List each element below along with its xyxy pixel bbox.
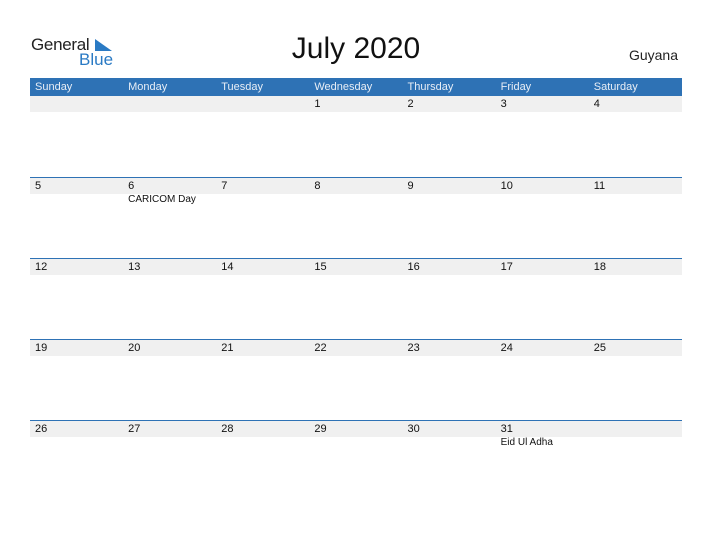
day-cell: 7	[216, 178, 309, 206]
day-number: 12	[35, 261, 48, 273]
day-number: 11	[593, 180, 606, 192]
day-cell: 29	[309, 421, 402, 449]
page-title: July 2020	[291, 32, 421, 65]
week-cells: 26 27 28 29 30 31 Eid Ul Adha	[30, 421, 682, 449]
day-cell	[30, 96, 123, 112]
day-number: 22	[314, 342, 327, 354]
week-row: 5 6 CARICOM Day 7 8 9 10 11	[30, 177, 682, 258]
week-row: 12 13 14 15 16 17 18	[30, 258, 682, 339]
day-number: 1	[314, 98, 321, 110]
day-number: 3	[500, 98, 507, 110]
week-cells: 12 13 14 15 16 17 18	[30, 259, 682, 275]
day-cell: 23	[403, 340, 496, 356]
week-cells: 5 6 CARICOM Day 7 8 9 10 11	[30, 178, 682, 206]
day-number: 17	[500, 261, 513, 273]
day-cell: 10	[496, 178, 589, 206]
day-cell: 14	[216, 259, 309, 275]
day-cell	[123, 96, 216, 112]
week-row: 1 2 3 4	[30, 96, 682, 177]
day-number: 8	[314, 180, 321, 192]
day-number: 25	[593, 342, 606, 354]
day-cell: 8	[309, 178, 402, 206]
weekday-wednesday: Wednesday	[314, 81, 373, 93]
day-number: 28	[221, 423, 234, 435]
day-number	[35, 96, 123, 112]
holiday-label: CARICOM Day	[128, 194, 196, 205]
day-number: 2	[407, 98, 414, 110]
week-cells: 1 2 3 4	[30, 96, 682, 112]
day-cell	[589, 421, 682, 449]
day-cell: 20	[123, 340, 216, 356]
day-cell: 2	[403, 96, 496, 112]
day-cell: 1	[309, 96, 402, 112]
day-number: 7	[221, 180, 228, 192]
day-cell: 24	[496, 340, 589, 356]
weekday-saturday: Saturday	[593, 81, 638, 93]
day-cell: 11	[589, 178, 682, 206]
day-number	[594, 421, 682, 437]
day-number: 5	[35, 180, 42, 192]
day-number: 24	[500, 342, 513, 354]
weekday-tuesday: Tuesday	[221, 81, 264, 93]
day-number: 16	[407, 261, 420, 273]
day-number: 9	[407, 180, 414, 192]
day-number: 20	[128, 342, 141, 354]
day-cell: 4	[589, 96, 682, 112]
day-cell: 21	[216, 340, 309, 356]
day-cell: 27	[123, 421, 216, 449]
day-number: 13	[128, 261, 141, 273]
day-cell: 16	[403, 259, 496, 275]
day-cell: 9	[403, 178, 496, 206]
day-cell: 6 CARICOM Day	[123, 178, 216, 206]
day-cell: 26	[30, 421, 123, 449]
day-number: 18	[593, 261, 606, 273]
day-cell	[216, 96, 309, 112]
day-number: 21	[221, 342, 234, 354]
day-cell: 18	[589, 259, 682, 275]
day-number: 31	[500, 423, 513, 435]
day-cell: 30	[403, 421, 496, 449]
day-number: 27	[128, 423, 141, 435]
day-cell: 12	[30, 259, 123, 275]
day-number	[221, 96, 309, 112]
holiday-label: Eid Ul Adha	[500, 437, 553, 448]
day-number: 14	[221, 261, 234, 273]
day-number: 15	[314, 261, 327, 273]
day-number: 29	[314, 423, 327, 435]
day-number: 10	[500, 180, 513, 192]
day-number: 26	[35, 423, 48, 435]
weekday-sunday: Sunday	[35, 81, 73, 93]
day-cell: 25	[589, 340, 682, 356]
day-number: 19	[35, 342, 48, 354]
day-cell: 17	[496, 259, 589, 275]
day-number: 4	[593, 98, 600, 110]
day-cell: 15	[309, 259, 402, 275]
day-number: 30	[407, 423, 420, 435]
day-cell: 13	[123, 259, 216, 275]
day-cell: 19	[30, 340, 123, 356]
day-cell: 28	[216, 421, 309, 449]
day-number: 23	[407, 342, 420, 354]
day-cell: 22	[309, 340, 402, 356]
country-label: Guyana	[628, 47, 678, 63]
weeks-container: 1 2 3 4 5 6 CARICOM Day 7 8 9 10 11 12 13 14 15 16 17 18 19…	[30, 96, 682, 501]
weekday-friday: Friday	[500, 81, 532, 93]
day-cell: 5	[30, 178, 123, 206]
week-row: 26 27 28 29 30 31 Eid Ul Adha	[30, 420, 682, 501]
week-cells: 19 20 21 22 23 24 25	[30, 340, 682, 356]
weekday-monday: Monday	[128, 81, 168, 93]
weekday-thursday: Thursday	[407, 81, 454, 93]
day-number	[128, 96, 216, 112]
week-row: 19 20 21 22 23 24 25	[30, 339, 682, 420]
day-cell: 3	[496, 96, 589, 112]
weekday-header: Sunday Monday Tuesday Wednesday Thursday…	[30, 78, 682, 96]
day-number: 6	[128, 180, 135, 192]
calendar: Sunday Monday Tuesday Wednesday Thursday…	[30, 78, 682, 501]
day-cell: 31 Eid Ul Adha	[496, 421, 589, 449]
